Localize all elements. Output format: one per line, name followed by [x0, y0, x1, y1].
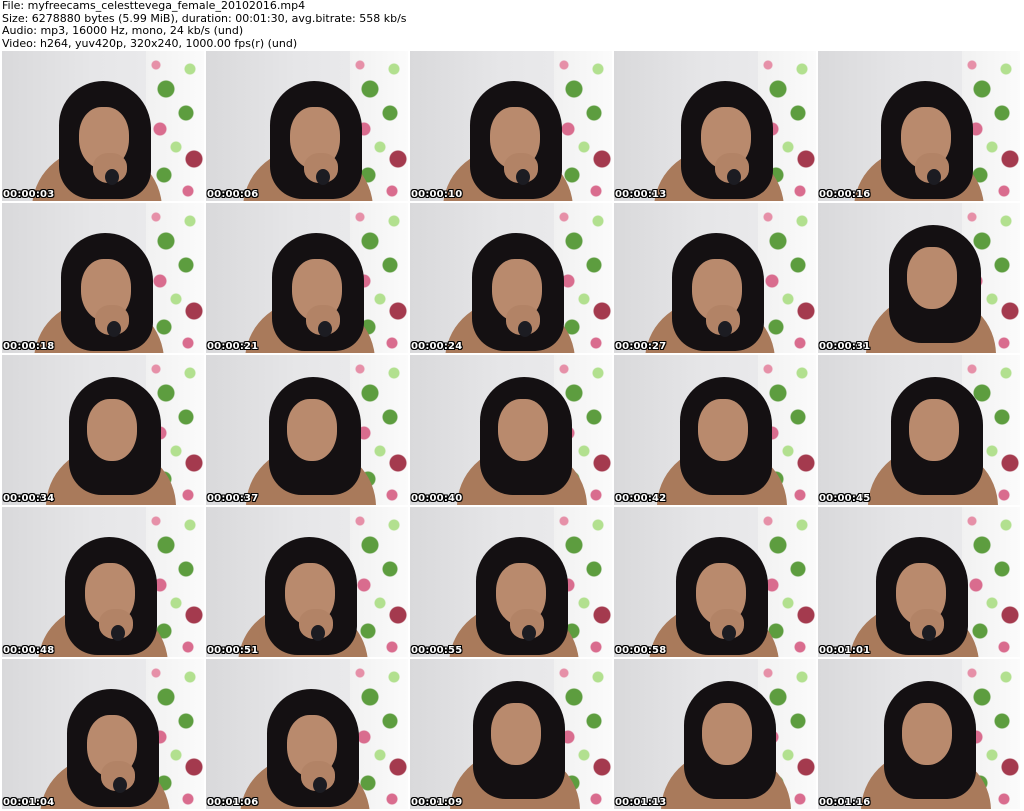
thumbnail-timestamp: 00:00:24: [411, 341, 463, 352]
thumbnail-timestamp: 00:00:21: [207, 341, 259, 352]
thumbnail-timestamp: 00:00:58: [615, 645, 667, 656]
thumbnail-timestamp: 00:00:16: [819, 189, 871, 200]
video-thumbnail[interactable]: 00:00:21: [206, 203, 408, 353]
video-thumbnail[interactable]: 00:00:31: [818, 203, 1020, 353]
video-thumbnail[interactable]: 00:00:13: [614, 51, 816, 201]
video-thumbnail[interactable]: 00:00:06: [206, 51, 408, 201]
video-thumbnail[interactable]: 00:00:37: [206, 355, 408, 505]
ring-icon: [927, 169, 941, 185]
ring-icon: [318, 321, 332, 337]
person-face: [702, 703, 752, 765]
thumbnail-timestamp: 00:00:48: [3, 645, 55, 656]
video-thumbnail[interactable]: 00:00:51: [206, 507, 408, 657]
video-thumbnail[interactable]: 00:00:18: [2, 203, 204, 353]
file-info-header: File: myfreecams_celesttevega_female_201…: [2, 0, 1022, 50]
video-thumbnail[interactable]: 00:00:45: [818, 355, 1020, 505]
ring-icon: [922, 625, 936, 641]
video-thumbnail[interactable]: 00:00:42: [614, 355, 816, 505]
person-face: [909, 399, 959, 461]
audio-info-line: Audio: mp3, 16000 Hz, mono, 24 kb/s (und…: [2, 24, 244, 37]
ring-icon: [311, 625, 325, 641]
video-thumbnail[interactable]: 00:00:55: [410, 507, 612, 657]
person-face: [491, 703, 541, 765]
ring-icon: [518, 321, 532, 337]
thumbnail-timestamp: 00:01:09: [411, 797, 463, 808]
person-face: [698, 399, 748, 461]
ring-icon: [718, 321, 732, 337]
person-face: [907, 247, 957, 309]
thumbnail-timestamp: 00:01:04: [3, 797, 55, 808]
thumbnail-timestamp: 00:00:13: [615, 189, 667, 200]
video-thumbnail[interactable]: 00:00:10: [410, 51, 612, 201]
video-thumbnail[interactable]: 00:00:27: [614, 203, 816, 353]
ring-icon: [516, 169, 530, 185]
thumbnail-timestamp: 00:00:51: [207, 645, 259, 656]
thumbnail-timestamp: 00:00:03: [3, 189, 55, 200]
thumbnail-timestamp: 00:01:13: [615, 797, 667, 808]
ring-icon: [105, 169, 119, 185]
thumbnail-timestamp: 00:01:01: [819, 645, 871, 656]
ring-icon: [313, 777, 327, 793]
thumbnail-timestamp: 00:00:42: [615, 493, 667, 504]
video-thumbnail[interactable]: 00:01:09: [410, 659, 612, 809]
ring-icon: [113, 777, 127, 793]
video-thumbnail[interactable]: 00:00:40: [410, 355, 612, 505]
video-thumbnail[interactable]: 00:01:01: [818, 507, 1020, 657]
ring-icon: [722, 625, 736, 641]
ring-icon: [522, 625, 536, 641]
thumbnail-timestamp: 00:00:37: [207, 493, 259, 504]
thumbnail-timestamp: 00:00:55: [411, 645, 463, 656]
thumbnail-timestamp: 00:00:31: [819, 341, 871, 352]
thumbnail-timestamp: 00:01:06: [207, 797, 259, 808]
thumbnail-timestamp: 00:00:06: [207, 189, 259, 200]
ring-icon: [316, 169, 330, 185]
thumbnail-timestamp: 00:00:34: [3, 493, 55, 504]
thumbnail-timestamp: 00:00:10: [411, 189, 463, 200]
thumbnail-timestamp: 00:01:16: [819, 797, 871, 808]
video-thumbnail[interactable]: 00:01:04: [2, 659, 204, 809]
thumbnail-timestamp: 00:00:27: [615, 341, 667, 352]
video-thumbnail[interactable]: 00:00:03: [2, 51, 204, 201]
video-thumbnail[interactable]: 00:01:06: [206, 659, 408, 809]
video-thumbnail[interactable]: 00:00:58: [614, 507, 816, 657]
ring-icon: [727, 169, 741, 185]
video-thumbnail[interactable]: 00:00:34: [2, 355, 204, 505]
video-thumbnail[interactable]: 00:00:48: [2, 507, 204, 657]
video-thumbnail[interactable]: 00:00:24: [410, 203, 612, 353]
video-thumbnail[interactable]: 00:01:16: [818, 659, 1020, 809]
video-thumbnail[interactable]: 00:00:16: [818, 51, 1020, 201]
ring-icon: [111, 625, 125, 641]
person-face: [87, 399, 137, 461]
ring-icon: [107, 321, 121, 337]
person-face: [498, 399, 548, 461]
file-name-line: File: myfreecams_celesttevega_female_201…: [2, 0, 306, 12]
thumbnail-timestamp: 00:00:45: [819, 493, 871, 504]
person-face: [902, 703, 952, 765]
thumbnail-timestamp: 00:00:40: [411, 493, 463, 504]
thumbnail-grid: 00:00:03 00:00:06 00:00:10 00:00:13 00:00:16…: [2, 51, 1024, 811]
video-info-line: Video: h264, yuv420p, 320x240, 1000.00 f…: [2, 36, 298, 50]
person-face: [287, 399, 337, 461]
video-thumbnail[interactable]: 00:01:13: [614, 659, 816, 809]
thumbnail-timestamp: 00:00:18: [3, 341, 55, 352]
curtain-backdrop: [146, 51, 204, 201]
